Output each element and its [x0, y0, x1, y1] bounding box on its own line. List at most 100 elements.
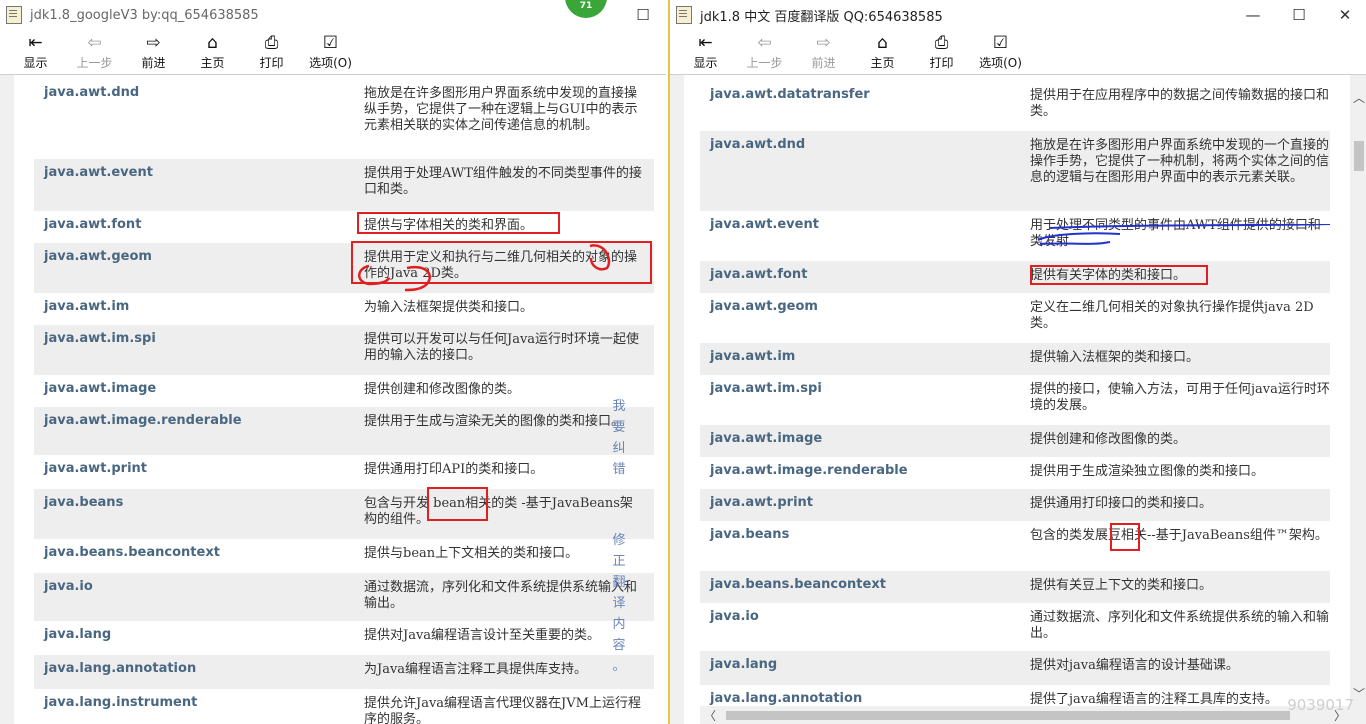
- vertical-scrollbar[interactable]: ︿ ﹀: [1350, 75, 1366, 724]
- package-description: 提供通用打印接口的类和接口。: [1030, 496, 1213, 511]
- toolbar-button-1[interactable]: ⇦ 上一步: [65, 30, 124, 71]
- show-icon: ⇤: [28, 33, 43, 53]
- home-icon: ⌂: [877, 33, 888, 53]
- forward-arrow-icon: ⇨: [816, 33, 831, 53]
- package-link[interactable]: java.awt.event: [710, 217, 819, 232]
- toolbar-button-5[interactable]: ☑ 选项(O): [971, 30, 1030, 71]
- package-link[interactable]: java.awt.im: [710, 349, 795, 364]
- maximize-button[interactable]: ☐: [620, 0, 666, 30]
- toolbar-button-label: 打印: [929, 56, 954, 70]
- package-link[interactable]: java.awt.font: [710, 267, 807, 282]
- package-description: 拖放是在许多图形用户界面系统中发现的直接操纵手势，它提供了一种在逻辑上与GUI中…: [364, 86, 638, 133]
- forward-arrow-icon: ⇨: [146, 33, 161, 53]
- right-help-window: jdk1.8 中文 百度翻译版 QQ:654638585 — ☐ ✕ ⇤ 显示 ⇦ 上…: [668, 0, 1366, 724]
- table-row: java.awt.im.spi 提供可以开发可以与任何Java运行时环境一起使用的…: [34, 325, 654, 375]
- package-description: 提供对java编程语言的设计基础课。: [1030, 658, 1239, 673]
- maximize-button[interactable]: ☐: [1276, 0, 1322, 30]
- package-link[interactable]: java.lang: [44, 627, 111, 642]
- package-link[interactable]: java.awt.image.renderable: [44, 413, 242, 428]
- package-link[interactable]: java.awt.geom: [44, 249, 152, 264]
- package-link[interactable]: java.awt.im.spi: [710, 381, 822, 396]
- toolbar-button-label: 主页: [870, 56, 895, 70]
- toolbar-button-label: 上一步: [746, 56, 783, 70]
- toolbar-button-label: 显示: [693, 56, 718, 70]
- package-link[interactable]: java.awt.geom: [710, 299, 818, 314]
- package-link[interactable]: java.awt.print: [44, 461, 147, 476]
- package-link[interactable]: java.awt.datatransfer: [710, 87, 870, 102]
- package-link[interactable]: java.awt.dnd: [44, 85, 139, 100]
- package-description: 提供有关字体的类和接口。: [1030, 268, 1187, 283]
- home-icon: ⌂: [207, 33, 218, 53]
- right-package-table: java.awt.datatransfer 提供用于在应用程序中的数据之间传输数据…: [670, 75, 1366, 724]
- feedback-link-correct[interactable]: 修 正 翻 译 内 容 。: [610, 530, 628, 677]
- package-link[interactable]: java.awt.dnd: [710, 137, 805, 152]
- toolbar-button-label: 前进: [141, 56, 166, 70]
- package-link[interactable]: java.io: [44, 579, 93, 594]
- package-description: 包含与开发 bean相关的类 -基于JavaBeans架构的组件。: [364, 496, 633, 527]
- toolbar-button-2[interactable]: ⇨ 前进: [124, 30, 183, 71]
- package-description: 为输入法框架提供类和接口。: [364, 300, 534, 315]
- table-row: java.awt.image 提供创建和修改图像的类。: [34, 375, 654, 407]
- minimize-button[interactable]: —: [1230, 0, 1276, 30]
- package-link[interactable]: java.awt.image.renderable: [710, 463, 908, 478]
- table-row: java.awt.image 提供创建和修改图像的类。: [700, 425, 1330, 457]
- package-link[interactable]: java.awt.image: [44, 381, 156, 396]
- scrollbar-thumb[interactable]: [1354, 141, 1364, 171]
- toolbar-button-2[interactable]: ⇨ 前进: [794, 30, 853, 71]
- package-description: 提供创建和修改图像的类。: [364, 382, 521, 397]
- feedback-link-report[interactable]: 我 要 纠 错: [610, 396, 628, 480]
- package-link[interactable]: java.awt.event: [44, 165, 153, 180]
- package-link[interactable]: java.lang.annotation: [710, 691, 862, 706]
- package-description: 提供可以开发可以与任何Java运行时环境一起使用的输入法的接口。: [364, 332, 640, 363]
- scroll-up-arrow-icon[interactable]: ︿: [1353, 89, 1365, 106]
- package-link[interactable]: java.awt.font: [44, 217, 141, 232]
- table-row: java.awt.font 提供有关字体的类和接口。: [700, 261, 1330, 293]
- table-row: java.awt.dnd 拖放是在许多图形用户界面系统中发现的直接操纵手势，它提供…: [34, 79, 654, 159]
- scroll-down-arrow-icon[interactable]: ﹀: [1353, 685, 1365, 702]
- package-link[interactable]: java.beans: [710, 527, 789, 542]
- package-link[interactable]: java.lang.instrument: [44, 695, 197, 710]
- package-link[interactable]: java.io: [710, 609, 759, 624]
- package-description: 提供用于在应用程序中的数据之间传输数据的接口和类。: [1030, 88, 1330, 119]
- toolbar-button-3[interactable]: ⌂ 主页: [853, 30, 912, 71]
- toolbar-button-4[interactable]: ⎙ 打印: [912, 30, 971, 71]
- package-link[interactable]: java.lang.annotation: [44, 661, 196, 676]
- toolbar-button-label: 前进: [811, 56, 836, 70]
- hscrollbar-thumb[interactable]: [726, 711, 1290, 720]
- toolbar-button-label: 上一步: [76, 56, 113, 70]
- table-row: java.io 通过数据流，序列化和文件系统提供系统输入和输出。: [34, 573, 654, 621]
- horizontal-scrollbar[interactable]: 〈 〉: [700, 706, 1350, 724]
- left-window-title: jdk1.8_googleV3 by:qq_654638585: [30, 7, 259, 23]
- options-icon: ☑: [992, 33, 1009, 53]
- package-description: 提供允许Java编程语言代理仪器在JVM上运行程序的服务。: [364, 696, 641, 724]
- document-icon: [6, 6, 22, 24]
- package-link[interactable]: java.awt.image: [710, 431, 822, 446]
- left-package-table: java.awt.dnd 拖放是在许多图形用户界面系统中发现的直接操纵手势，它提供…: [0, 75, 666, 724]
- package-link[interactable]: java.awt.print: [710, 495, 813, 510]
- toolbar-button-0[interactable]: ⇤ 显示: [676, 30, 735, 71]
- package-link[interactable]: java.awt.im.spi: [44, 331, 156, 346]
- document-icon: [676, 6, 692, 24]
- package-description: 提供对Java编程语言设计至关重要的类。: [364, 628, 601, 643]
- package-description: 提供的接口，使输入方法，可用于任何java运行时环境的发展。: [1030, 382, 1330, 413]
- package-link[interactable]: java.lang: [710, 657, 777, 672]
- toolbar-button-label: 选项(O): [309, 56, 352, 70]
- scroll-left-arrow-icon[interactable]: 〈: [704, 707, 716, 724]
- toolbar-button-1[interactable]: ⇦ 上一步: [735, 30, 794, 71]
- package-link[interactable]: java.beans.beancontext: [710, 577, 886, 592]
- table-row: java.io 通过数据流、序列化和文件系统提供系统的输入和输出。: [700, 603, 1330, 651]
- printer-icon: ⎙: [934, 33, 949, 53]
- package-description: 为Java编程语言注释工具提供库支持。: [364, 662, 588, 677]
- table-row: java.lang 提供对Java编程语言设计至关重要的类。: [34, 621, 654, 655]
- toolbar-button-5[interactable]: ☑ 选项(O): [301, 30, 360, 71]
- right-title-bar[interactable]: jdk1.8 中文 百度翻译版 QQ:654638585 — ☐ ✕: [670, 0, 1366, 30]
- options-icon: ☑: [322, 33, 339, 53]
- close-button[interactable]: ✕: [1322, 0, 1366, 30]
- table-row: java.awt.geom 定义在二维几何相关的对象执行操作提供java 2D类。: [700, 293, 1330, 343]
- toolbar-button-4[interactable]: ⎙ 打印: [242, 30, 301, 71]
- package-link[interactable]: java.awt.im: [44, 299, 129, 314]
- toolbar-button-0[interactable]: ⇤ 显示: [6, 30, 65, 71]
- toolbar-button-3[interactable]: ⌂ 主页: [183, 30, 242, 71]
- package-link[interactable]: java.beans: [44, 495, 123, 510]
- package-link[interactable]: java.beans.beancontext: [44, 545, 220, 560]
